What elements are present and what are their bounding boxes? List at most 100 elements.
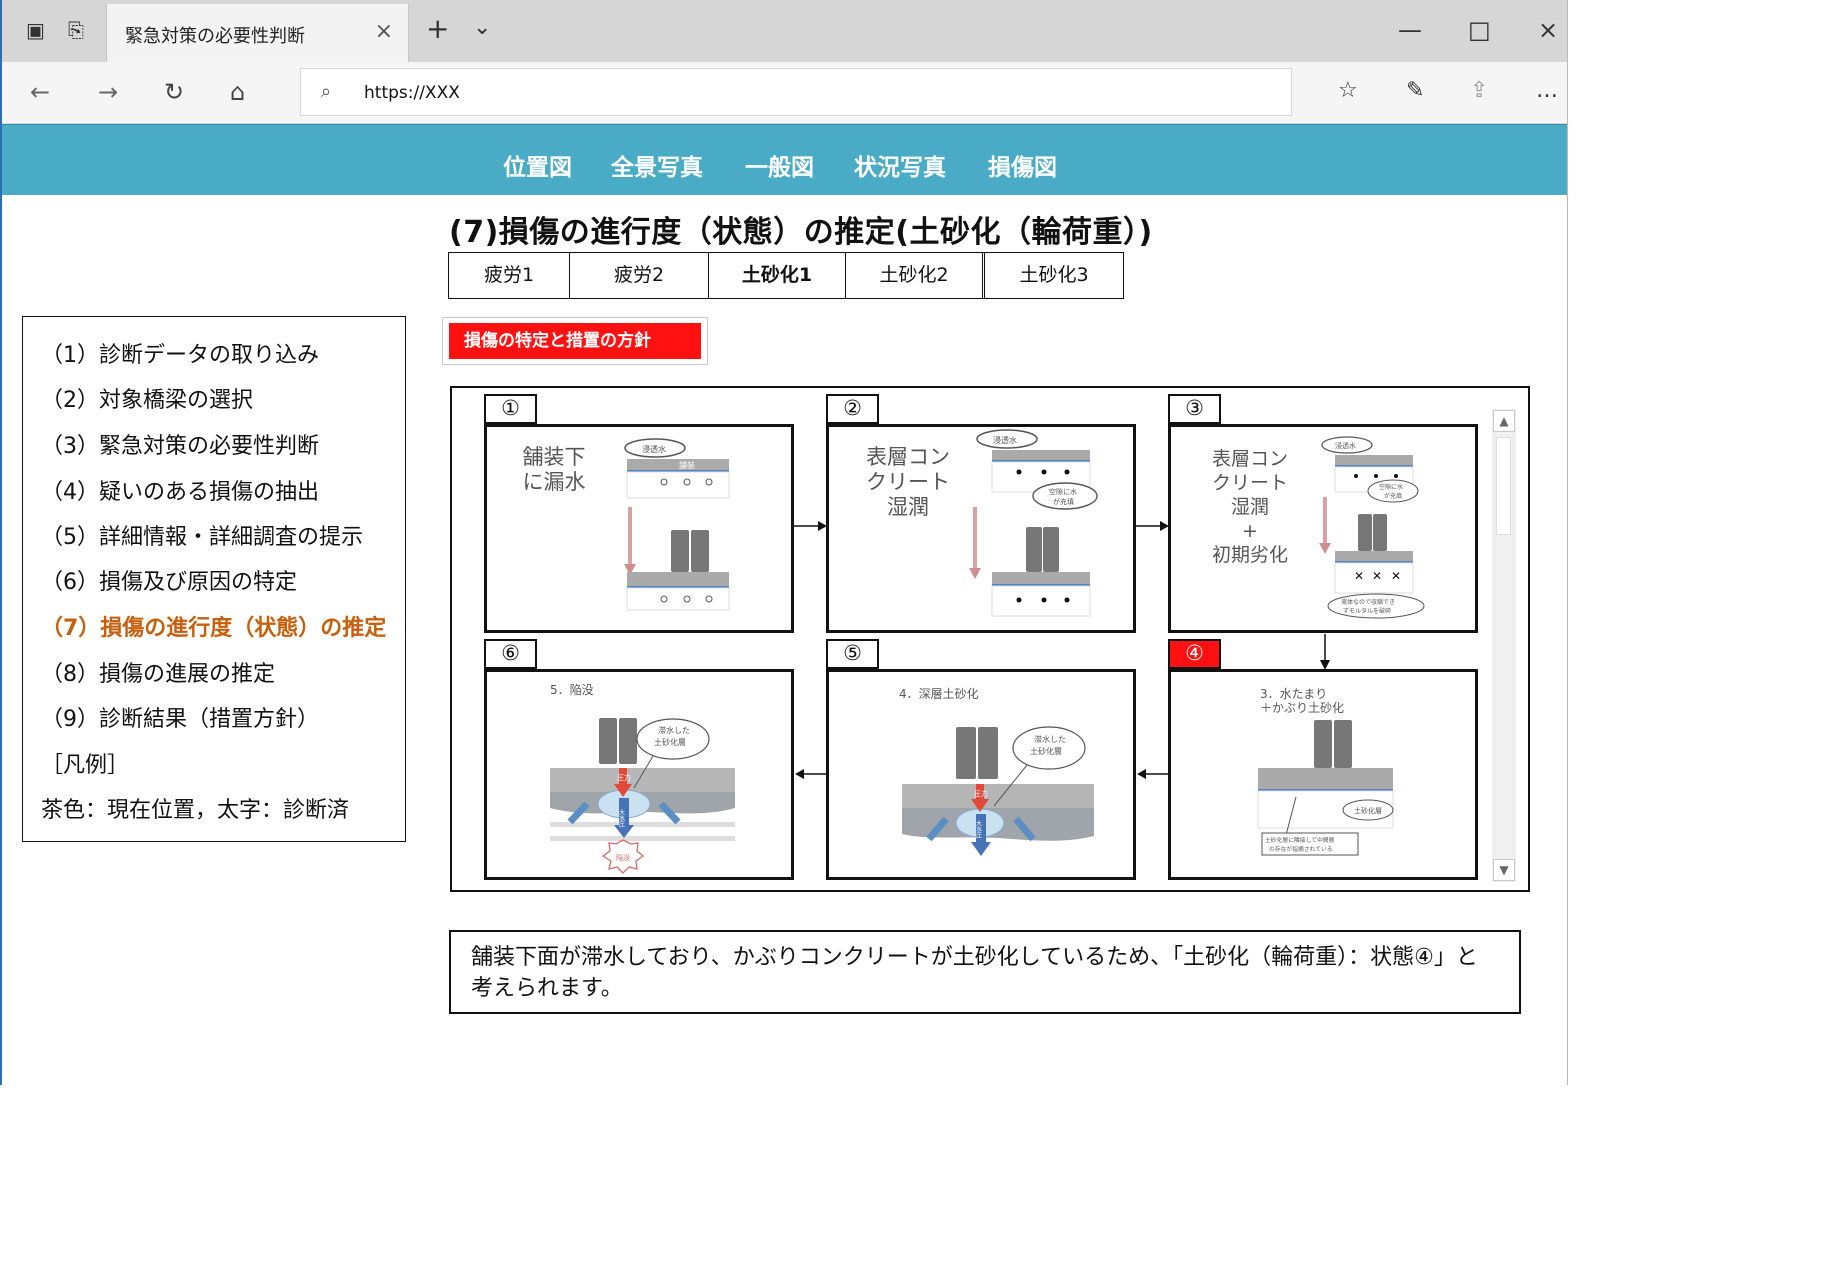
url-text: https://XXX [364, 83, 460, 103]
nav-status-photo[interactable]: 状況写真 [854, 148, 946, 182]
tab-soil-2[interactable]: 土砂化2 [846, 253, 985, 298]
stage-panel-4[interactable]: 3．水たまり ＋かぶり土砂化 土砂化層 土砂化層に隣接して中間層 の存在が指摘さ… [1168, 669, 1478, 880]
nav-damage-drawing[interactable]: 損傷図 [988, 148, 1057, 182]
minimize-icon[interactable]: — [1398, 16, 1422, 44]
nav-overview-photo[interactable]: 全景写真 [611, 148, 703, 182]
window-icon[interactable]: ▣ [26, 18, 45, 42]
stage-6-title: 5．陥没 [550, 683, 594, 697]
diagnosis-message: 舗装下面が滞水しており、かぶりコンクリートが土砂化しているため、「土砂化（輪荷重… [449, 930, 1521, 1014]
stage-3-tag: 浸透水 [1335, 441, 1356, 450]
stage-5-title: 4．深層土砂化 [899, 687, 979, 701]
stage-number-2: ② [826, 394, 879, 424]
sidebar-item-8[interactable]: （8）損傷の進展の推定 [41, 656, 275, 688]
arrow-5-to-6 [795, 769, 828, 779]
svg-text:滞水した: 滞水した [658, 725, 690, 735]
search-icon: ⌕ [321, 81, 332, 102]
damage-policy-button-label: 損傷の特定と措置の方針 [449, 323, 701, 359]
more-icon[interactable]: … [1536, 78, 1558, 103]
damage-type-tabs: 疲労1 疲労2 土砂化1 土砂化2 土砂化3 [448, 252, 1124, 299]
stage-panel-6[interactable]: 5．陥没 圧力 大水圧 滞水した土砂化層 陥没 [484, 669, 794, 880]
scroll-down-icon[interactable]: ▼ [1493, 859, 1515, 881]
address-toolbar: ← → ↻ ⌂ ⌕ https://XXX ☆ ✎ ⇪ … [2, 62, 1567, 124]
stage-1-title: 舗装下 に漏水 [522, 445, 586, 494]
legend-heading: ［凡例］ [41, 753, 130, 778]
damage-stage-diagram: ① ② ③ ⑥ ⑤ ④ 舗装下 に漏水 浸透水 舗装 表層コン クリート 湿潤 … [450, 386, 1530, 892]
arrow-3-to-4 [1320, 634, 1330, 670]
tab-title: 緊急対策の必要性判断 [125, 26, 305, 47]
stage-number-1: ① [484, 394, 537, 424]
sidebar-item-3[interactable]: （3）緊急対策の必要性判断 [41, 428, 319, 460]
arrow-2-to-3 [1136, 521, 1169, 531]
tab-fatigue-1[interactable]: 疲労1 [449, 253, 570, 298]
sidebar-item-9[interactable]: （9）診断結果（措置方針） [41, 701, 319, 733]
stage-number-6: ⑥ [484, 639, 537, 669]
svg-text:土砂化層: 土砂化層 [1030, 746, 1062, 756]
sidebar-item-6[interactable]: （6）損傷及び原因の特定 [41, 564, 297, 596]
stage-4-title: 3．水たまり ＋かぶり土砂化 [1260, 687, 1345, 715]
sidebar-item-4[interactable]: （4）疑いのある損傷の抽出 [41, 474, 319, 506]
tabs-icon[interactable]: ⎘ [68, 18, 84, 42]
stage-3-title: 表層コン クリート 湿潤 + 初期劣化 [1211, 448, 1288, 566]
share-icon[interactable]: ⇪ [1470, 78, 1488, 103]
arrow-1-to-2 [794, 521, 827, 531]
stage-panel-3[interactable]: 表層コン クリート 湿潤 + 初期劣化 浸透水 空隙に水 が充填 ✕ ✕ ✕ 液体なの… [1168, 424, 1478, 633]
svg-text:空隙に水: 空隙に水 [1379, 483, 1403, 491]
address-bar[interactable]: ⌕ https://XXX [300, 68, 1292, 116]
close-icon[interactable]: × [375, 19, 393, 44]
stage-panel-1[interactable]: 舗装下 に漏水 浸透水 舗装 [484, 424, 794, 633]
site-navigation: 位置図 全景写真 一般図 状況写真 損傷図 [2, 124, 1567, 195]
refresh-icon[interactable]: ↻ [164, 78, 184, 106]
nav-location-map[interactable]: 位置図 [503, 148, 572, 182]
forward-arrow-icon[interactable]: → [98, 78, 118, 106]
tab-fatigue-2[interactable]: 疲労2 [570, 253, 709, 298]
workflow-sidebar: （1）診断データの取り込み （2）対象橋梁の選択 （3）緊急対策の必要性判断 （… [22, 316, 406, 842]
stage-number-3: ③ [1168, 394, 1221, 424]
svg-text:が充填: が充填 [1384, 492, 1402, 500]
nav-general-drawing[interactable]: 一般図 [745, 148, 814, 182]
stage-number-5: ⑤ [826, 639, 879, 669]
tab-soil-1[interactable]: 土砂化1 [709, 253, 846, 298]
stage-1-layer: 舗装 [679, 460, 695, 470]
legend-description: 茶色：現在位置，太字：診断済 [41, 798, 350, 823]
svg-text:滞水した: 滞水した [1034, 734, 1066, 744]
back-arrow-icon[interactable]: ← [30, 78, 50, 106]
stage-2-title: 表層コン クリート 湿潤 [866, 445, 950, 519]
close-window-icon[interactable]: × [1538, 16, 1558, 44]
maximize-icon[interactable]: □ [1468, 16, 1491, 44]
browser-tab[interactable]: 緊急対策の必要性判断 × [106, 4, 409, 62]
browser-window: ▣ ⎘ 緊急対策の必要性判断 × + ⌄ — □ × ← → ↻ ⌂ ⌕ htt… [0, 0, 1568, 1085]
svg-text:✕: ✕ [1354, 569, 1364, 583]
svg-text:の存在が指摘されている: の存在が指摘されている [1269, 845, 1333, 853]
home-icon[interactable]: ⌂ [230, 78, 245, 106]
diagram-scrollbar[interactable]: ▲ ▼ [1492, 409, 1516, 882]
stage-panel-5[interactable]: 4．深層土砂化 圧力 大水圧 滞水した 土砂化層 [826, 669, 1136, 880]
tab-bar: ▣ ⎘ 緊急対策の必要性判断 × + ⌄ — □ × [2, 0, 1567, 62]
page-title: (7)損傷の進行度（状態）の推定(土砂化（輪荷重）) [449, 215, 1153, 250]
svg-text:が充填: が充填 [1053, 497, 1074, 506]
stage-6-burst: 陥没 [616, 853, 630, 862]
sidebar-item-5[interactable]: （5）詳細情報・詳細調査の提示 [41, 519, 363, 551]
damage-policy-button[interactable]: 損傷の特定と措置の方針 [442, 317, 708, 365]
stage-2-note: 空隙に水 [1049, 487, 1077, 496]
svg-text:ずモルタルを破砕: ずモルタルを破砕 [1343, 607, 1391, 615]
favorites-icon[interactable]: ☆ [1338, 78, 1358, 103]
svg-text:✕: ✕ [1391, 569, 1401, 583]
stage-5-pressure: 圧力 [974, 789, 988, 798]
plus-icon[interactable]: + [426, 12, 449, 45]
sidebar-item-7-active[interactable]: （7）損傷の進行度（状態）の推定 [41, 610, 386, 642]
sidebar-item-1[interactable]: （1）診断データの取り込み [41, 337, 319, 369]
stage-panel-2[interactable]: 表層コン クリート 湿潤 浸透水 空隙に水 が充填 [826, 424, 1136, 633]
stage-number-4-active: ④ [1168, 639, 1221, 669]
svg-text:土砂化層: 土砂化層 [654, 737, 686, 747]
svg-text:液体なので収縮でき: 液体なので収縮でき [1341, 598, 1395, 606]
pen-icon[interactable]: ✎ [1406, 78, 1424, 103]
scroll-thumb[interactable] [1496, 437, 1511, 535]
chevron-down-icon[interactable]: ⌄ [473, 15, 491, 40]
svg-text:✕: ✕ [1372, 569, 1382, 583]
stage-6-water: 大水圧 [618, 808, 625, 828]
scroll-up-icon[interactable]: ▲ [1493, 410, 1515, 432]
tab-soil-3[interactable]: 土砂化3 [985, 253, 1123, 298]
stage-6-pressure: 圧力 [617, 773, 631, 782]
stage-5-illustration: 圧力 大水圧 滞水した土砂化層 [902, 726, 1094, 856]
sidebar-item-2[interactable]: （2）対象橋梁の選択 [41, 382, 253, 414]
